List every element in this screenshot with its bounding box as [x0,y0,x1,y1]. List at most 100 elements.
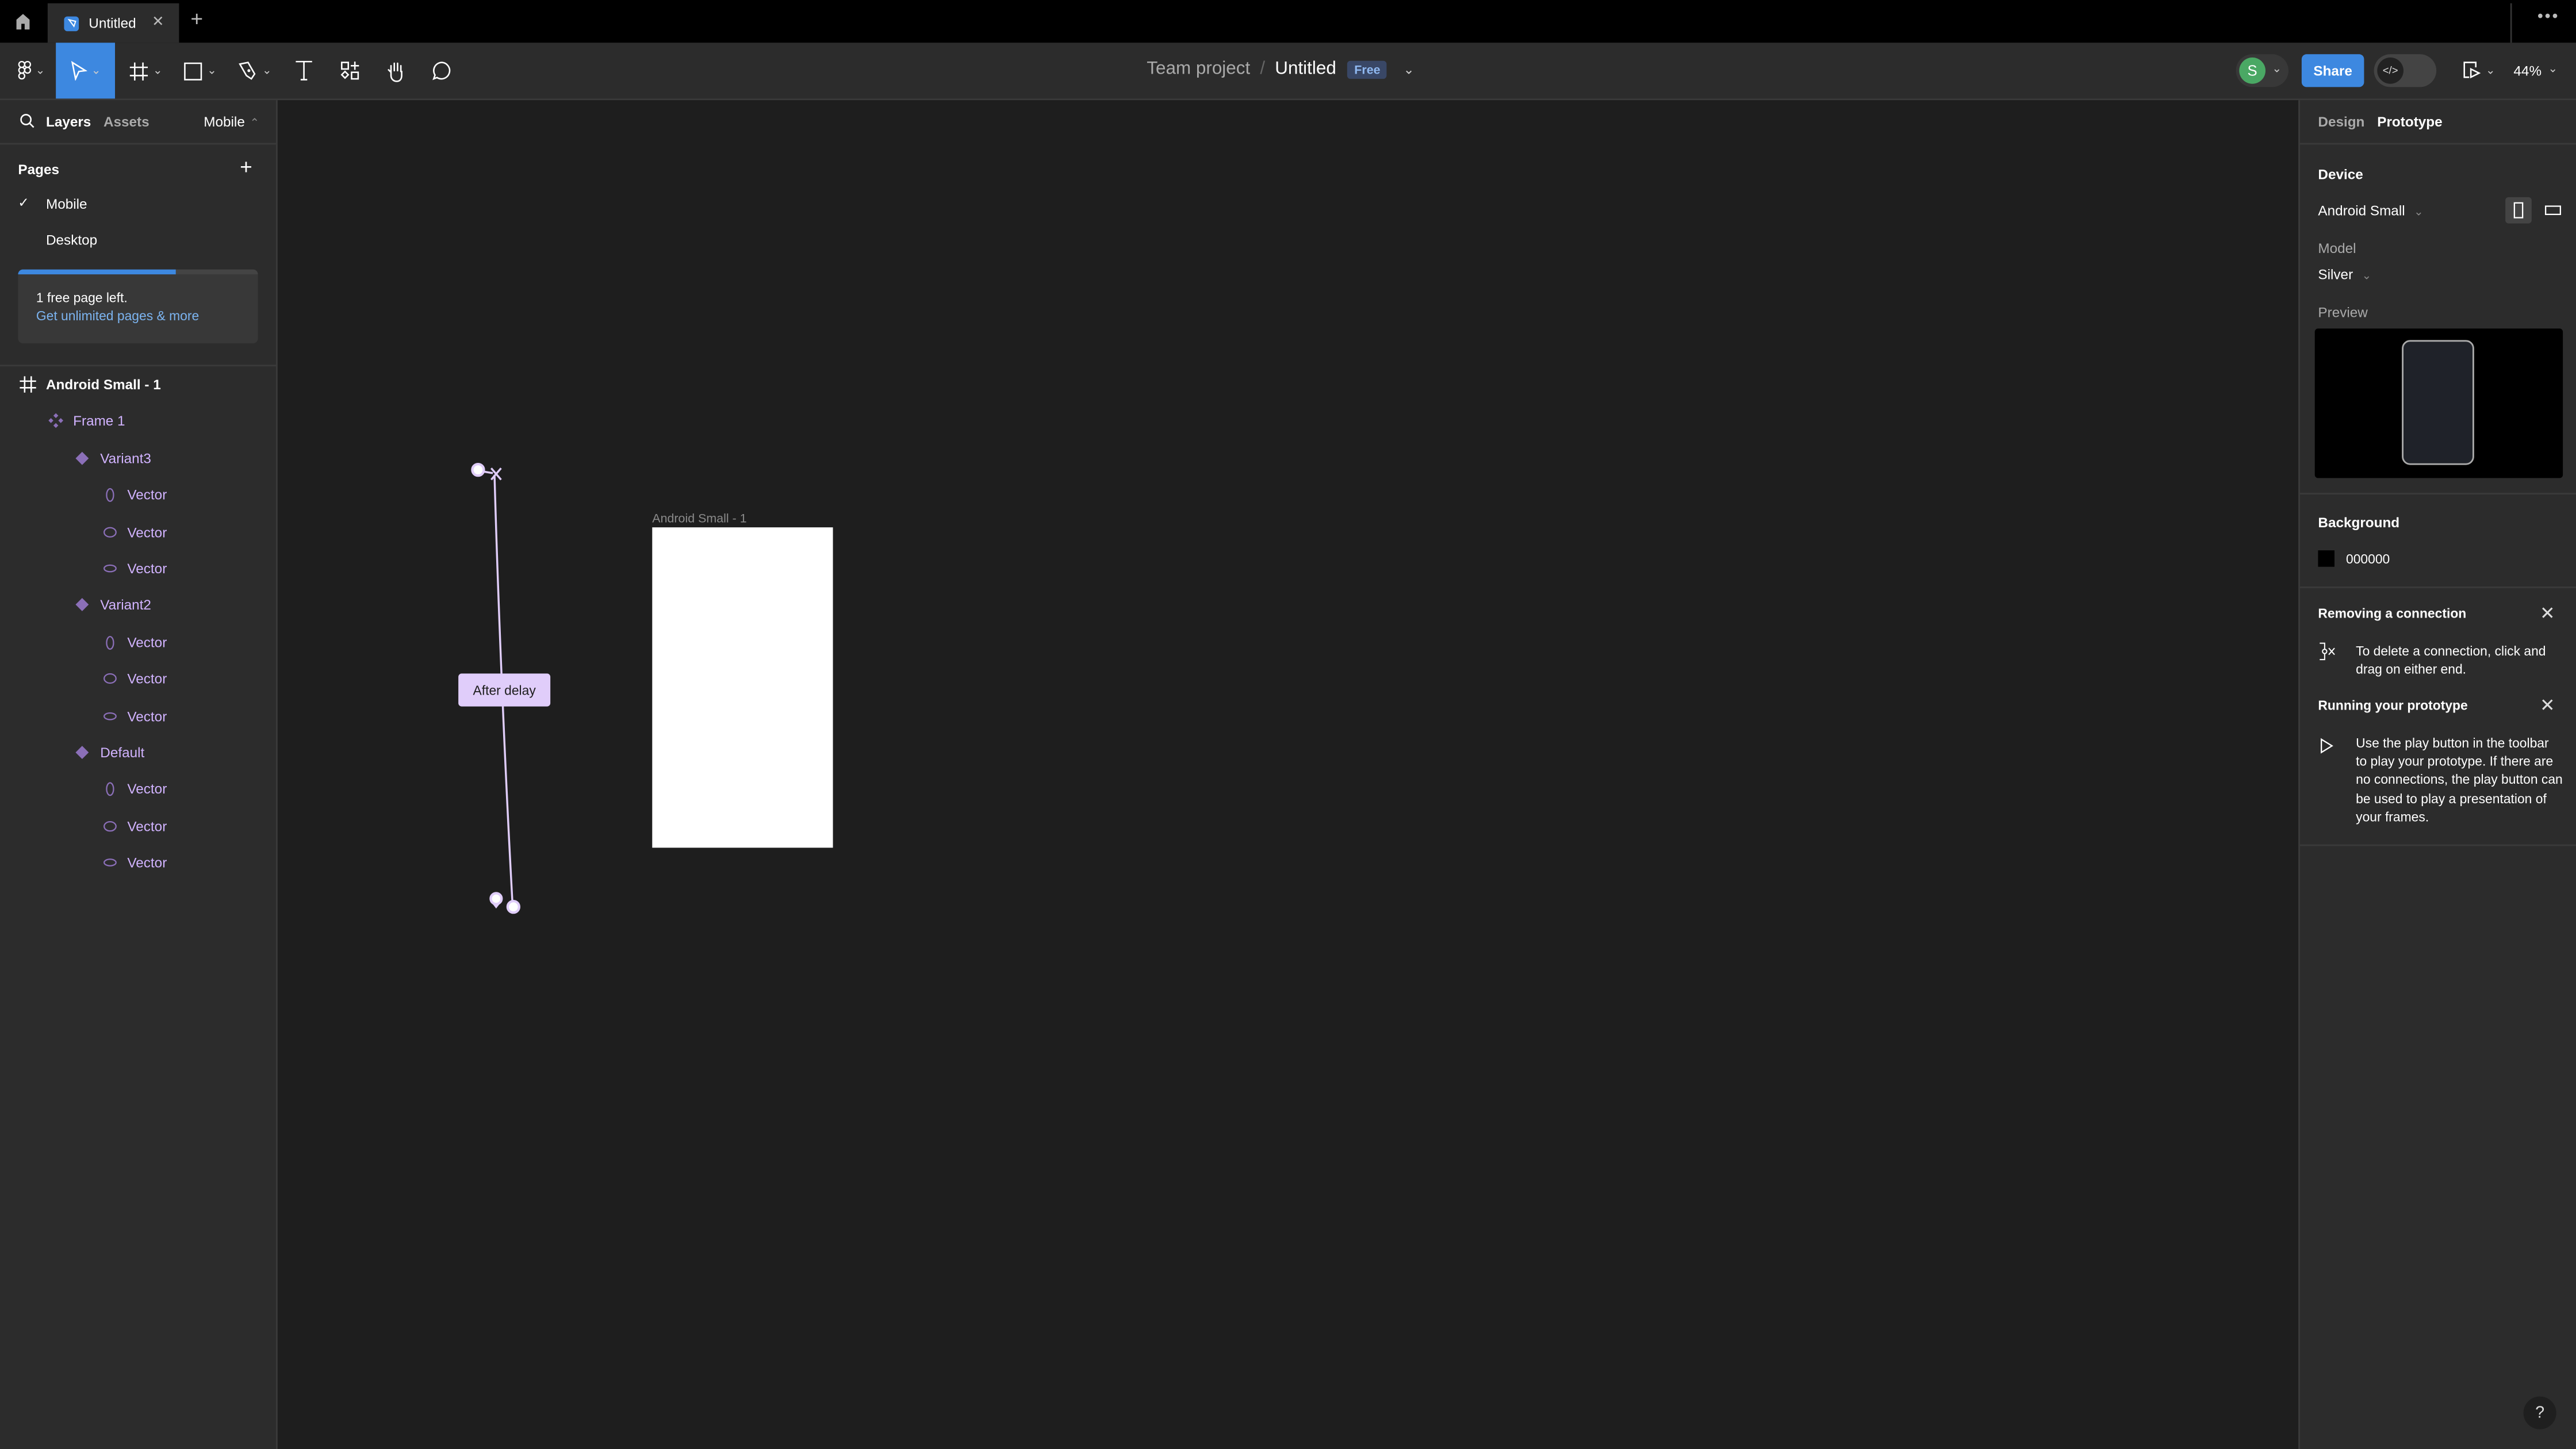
tab-prototype[interactable]: Prototype [2377,113,2442,130]
vector-icon [101,781,118,798]
zoom-level[interactable]: 44% [2513,63,2542,79]
share-button[interactable]: Share [2301,54,2364,87]
device-heading: Device [2318,166,2363,183]
layer-row[interactable]: Vector [0,846,276,883]
upsell-text: 1 free page left. [36,290,128,306]
landscape-icon [2545,205,2562,215]
landscape-orientation-button[interactable] [2540,197,2566,224]
present-button[interactable]: ⌄ [2463,61,2496,79]
close-icon[interactable]: ✕ [2540,603,2555,624]
layer-row[interactable]: Android Small - 1 [0,368,276,404]
breadcrumb-separator: / [1260,59,1266,79]
phone-mockup [2402,340,2474,465]
layer-row[interactable]: Vector [0,662,276,699]
panel-divider [2300,493,2576,494]
vector-icon [101,670,118,687]
tab-title: Untitled [89,14,136,32]
layer-row[interactable]: Default [0,736,276,772]
close-icon[interactable]: ✕ [2540,695,2555,716]
hand-tool-button[interactable] [381,43,411,98]
connection-start-handle [471,463,485,477]
file-name[interactable]: Untitled [1275,59,1336,79]
play-icon [2318,738,2334,757]
comment-tool-button[interactable] [427,43,457,98]
connection-end-handle [506,900,521,914]
zoom-chevron-icon[interactable]: ⌄ [2548,63,2558,75]
figma-app: Untitled ✕ + ••• ⌄ ⌄ ⌄ ⌄ ⌄ Team project … [0,0,2576,1449]
more-options-button[interactable]: ••• [2537,8,2560,26]
page-item-mobile[interactable]: ✓ Mobile [0,189,276,222]
layer-row[interactable]: Vector [0,773,276,809]
tab-layers[interactable]: Layers [46,113,91,130]
portrait-orientation-button[interactable] [2505,197,2532,224]
chevron-down-icon: ⌄ [35,66,45,78]
model-select[interactable]: Silver ⌄ [2318,266,2371,283]
layer-row[interactable]: Vector [0,478,276,515]
upgrade-link[interactable]: Get unlimited pages & more [36,309,199,324]
figma-logo-icon [17,61,30,80]
toolbar: ⌄ ⌄ ⌄ ⌄ ⌄ Team project / Untitled Free ⌄… [0,43,2576,101]
interaction-trigger-label[interactable]: After delay [458,673,551,707]
multiplayer-avatars[interactable]: S ⌄ [2236,54,2288,87]
page-label: Mobile [46,195,87,212]
layer-label: Vector [127,707,167,724]
code-icon: </> [2377,57,2404,84]
home-button[interactable] [0,0,46,43]
resources-icon [340,62,359,80]
file-tab[interactable]: Untitled ✕ [47,3,179,43]
chevron-down-icon: ⌄ [207,66,217,78]
text-tool-button[interactable] [289,43,319,98]
frame-tool-button[interactable]: ⌄ [125,43,167,98]
layer-label: Variant3 [100,450,151,466]
layer-row[interactable]: Vector [0,810,276,846]
chevron-down-icon: ⌄ [2272,64,2282,76]
resources-button[interactable] [335,43,365,98]
android-frame[interactable] [652,527,833,848]
search-layers-button[interactable] [20,113,34,131]
preview-label: Preview [2318,304,2368,321]
layer-row[interactable]: Vector [0,515,276,551]
file-menu-chevron-icon[interactable]: ⌄ [1404,62,1414,76]
chevron-down-icon: ⌄ [2362,271,2372,283]
background-color-hex[interactable]: 000000 [2346,552,2390,567]
chevron-down-icon: ⌄ [91,66,101,78]
chevron-down-icon: ⌄ [262,66,272,78]
layer-row[interactable]: Variant2 [0,589,276,625]
avatar: S [2239,57,2266,84]
main-menu-button[interactable]: ⌄ [10,43,52,98]
comment-bubble-icon [432,62,451,80]
search-icon [20,114,34,128]
frame-label[interactable]: Android Small - 1 [652,511,746,526]
page-item-desktop[interactable]: Desktop [0,225,276,258]
pen-tool-button[interactable]: ⌄ [232,43,278,98]
device-select[interactable]: Android Small ⌄ [2318,202,2423,218]
vector-icon [101,707,118,724]
page-switcher[interactable]: Mobile ⌃ [204,113,259,130]
layer-row[interactable]: Vector [0,552,276,588]
canvas[interactable]: After delay Android Small - 1 [277,100,2299,1449]
chevron-up-icon: ⌃ [250,118,260,130]
tab-design[interactable]: Design [2318,113,2364,130]
new-tab-button[interactable]: + [190,6,203,31]
background-color-swatch[interactable] [2318,550,2334,567]
layer-label: Variant2 [100,597,151,614]
layer-row[interactable]: Vector [0,626,276,662]
tip-title: Running your prototype [2318,698,2468,713]
right-panel: Design Prototype Device Android Small ⌄ … [2298,100,2576,1449]
move-tool-button[interactable]: ⌄ [56,43,115,99]
tab-close-icon[interactable]: ✕ [152,13,164,31]
layer-row[interactable]: Frame 1 [0,405,276,441]
help-button[interactable]: ? [2523,1396,2556,1429]
frame-hash-icon [129,62,148,80]
play-present-icon [2463,62,2481,79]
add-page-button[interactable]: + [240,155,252,179]
breadcrumb-team-project[interactable]: Team project [1147,59,1250,79]
dev-mode-toggle[interactable]: </> [2374,54,2437,87]
vector-icon [101,854,118,871]
tab-assets[interactable]: Assets [103,113,150,130]
layer-row[interactable]: Variant3 [0,442,276,478]
layer-row[interactable]: Vector [0,699,276,735]
shape-tool-button[interactable]: ⌄ [178,43,224,98]
home-icon [16,14,30,30]
panel-divider [2300,844,2576,846]
